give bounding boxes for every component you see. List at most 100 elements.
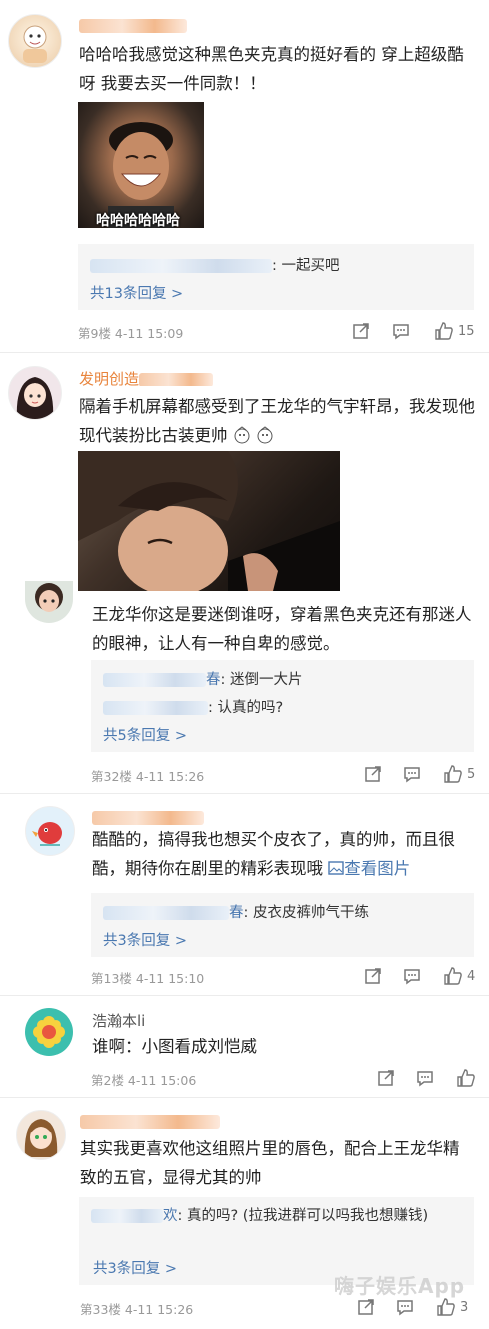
comment-button[interactable] (392, 322, 410, 340)
reply-box[interactable]: 春: 迷倒一大片 : 认真的吗? 共5条回复 > (91, 660, 474, 752)
comment-text: 王龙华你这是要迷倒谁呀，穿着黑色夹克还有那迷人的眼神，让人有一种自卑的感觉。 (92, 605, 472, 653)
like-count: 3 (460, 1299, 469, 1315)
reply-username-suffix: 欢 (163, 1208, 178, 1224)
image-icon (328, 861, 344, 875)
username-text: 发明创造 (79, 370, 140, 386)
like-button[interactable] (456, 1068, 476, 1088)
reply-line: : 认真的吗? (103, 696, 283, 717)
comment-button[interactable] (416, 1069, 434, 1087)
floor-time: 第13楼 4-11 15:10 (91, 971, 205, 986)
floor-time: 第2楼 4-11 15:06 (91, 1073, 197, 1088)
blurred-reply-username (103, 906, 229, 920)
emoji-icon (233, 424, 251, 444)
reply-text: : 迷倒一大片 (220, 672, 303, 688)
emoji-icon (256, 424, 274, 444)
watermark: 嗨子娱乐App (334, 1274, 466, 1298)
divider (0, 793, 489, 794)
username[interactable]: 发明创造 (79, 368, 214, 386)
username[interactable]: 浩瀚本li (92, 1010, 145, 1028)
more-replies-link[interactable]: 共3条回复 > (93, 1257, 177, 1278)
comment-button[interactable] (396, 1298, 414, 1316)
like-icon (444, 765, 462, 783)
blurred-username (79, 18, 187, 33)
reply-text: : 认真的吗? (208, 700, 284, 716)
blurred-username (80, 1114, 220, 1129)
floor-time: 第32楼 4-11 15:26 (91, 769, 205, 784)
like-icon (435, 322, 453, 340)
like-count: 5 (467, 766, 476, 782)
share-button[interactable] (364, 765, 382, 783)
view-image-link[interactable]: 查看图片 (328, 859, 410, 878)
comment-image[interactable]: 哈哈哈哈哈哈 (78, 102, 204, 228)
avatar[interactable] (16, 1110, 66, 1160)
blurred-reply-username (91, 1209, 163, 1223)
reply-text: : 真的吗? (拉我进群可以吗我也想赚钱) (177, 1208, 429, 1224)
avatar[interactable] (25, 806, 75, 856)
comment-button[interactable] (403, 967, 421, 985)
share-button[interactable] (357, 1298, 375, 1316)
like-button[interactable]: 4 (443, 966, 475, 986)
share-button[interactable] (377, 1069, 395, 1087)
like-button[interactable]: 5 (443, 764, 475, 784)
blurred-reply-username (103, 673, 206, 687)
portrait-photo-image (78, 451, 340, 591)
avatar[interactable] (25, 1008, 73, 1056)
blurred-reply-username (103, 701, 208, 715)
more-replies-link[interactable]: 共3条回复 > (103, 929, 187, 950)
share-button[interactable] (352, 322, 370, 340)
comment-text-body: 隔着手机屏幕都感受到了王龙华的气宇轩昂，我发现他现代装扮比古装更帅 (79, 397, 475, 445)
share-icon (358, 1299, 374, 1315)
like-button[interactable]: 3 (436, 1297, 468, 1317)
share-icon (365, 766, 381, 782)
more-replies-link[interactable]: 共5条回复 > (103, 724, 187, 745)
reply-username-suffix: 春 (229, 905, 244, 921)
comment-icon (404, 767, 420, 783)
username[interactable] (80, 1112, 220, 1130)
avatar[interactable] (8, 366, 62, 420)
anime-girl-avatar-icon (16, 377, 54, 419)
blurred-reply-username (90, 259, 272, 273)
like-icon (457, 1069, 475, 1087)
reply-line: : 一起买吧 (90, 254, 340, 275)
floor-time: 第9楼 4-11 15:09 (78, 326, 184, 341)
reply-text: : 皮衣皮裤帅气干练 (243, 905, 370, 921)
flower-avatar-icon (33, 1016, 65, 1048)
share-icon (365, 968, 381, 984)
floor-time: 第33楼 4-11 15:26 (80, 1302, 194, 1317)
comment-text: 酷酷的，搞得我也想买个皮衣了，真的帅，而且很酷，期待你在剧里的精彩表现哦 查看图… (92, 825, 472, 883)
like-icon (437, 1298, 455, 1316)
comment-text: 隔着手机屏幕都感受到了王龙华的气宇轩昂，我发现他现代装扮比古装更帅 (79, 392, 479, 450)
reply-line: 欢: 真的吗? (拉我进群可以吗我也想赚钱) (91, 1205, 451, 1227)
child-avatar-icon (35, 583, 63, 612)
like-count: 4 (467, 968, 476, 984)
comment-icon (397, 1300, 413, 1316)
avatar[interactable] (25, 581, 73, 623)
comment-image[interactable] (78, 451, 340, 591)
divider (0, 995, 489, 996)
share-button[interactable] (364, 967, 382, 985)
reply-text: : 一起买吧 (272, 258, 340, 274)
red-bird-avatar-icon (32, 822, 62, 846)
divider (0, 1097, 489, 1098)
reply-username-suffix: 春 (206, 672, 221, 688)
reply-box[interactable]: 春: 皮衣皮裤帅气干练 共3条回复 > (91, 893, 474, 957)
anime-avatar-icon (24, 1119, 58, 1157)
comment-text: 哈哈哈我感觉这种黑色夹克真的挺好看的 穿上超级酷呀 我要去买一件同款！！ (79, 45, 464, 93)
comment-icon (404, 969, 420, 985)
comment-text: 谁啊：小图看成刘恺威 (92, 1037, 257, 1056)
like-button[interactable]: 15 (434, 321, 475, 341)
like-icon (444, 967, 462, 985)
reply-line: 春: 迷倒一大片 (103, 668, 303, 689)
comment-button[interactable] (403, 765, 421, 783)
share-icon (353, 323, 369, 339)
username[interactable] (79, 16, 187, 34)
reply-box[interactable]: : 一起买吧 共13条回复 > (78, 244, 474, 310)
username[interactable] (92, 808, 204, 826)
more-replies-link[interactable]: 共13条回复 > (90, 282, 183, 303)
divider (0, 352, 489, 353)
comment-icon (393, 324, 409, 340)
blurred-username (139, 372, 214, 386)
avatar[interactable] (8, 14, 62, 68)
cartoon-avatar-icon (23, 25, 47, 63)
comment-text: 其实我更喜欢他这组照片里的唇色，配合上王龙华精致的五官，显得尤其的帅 (80, 1139, 460, 1187)
